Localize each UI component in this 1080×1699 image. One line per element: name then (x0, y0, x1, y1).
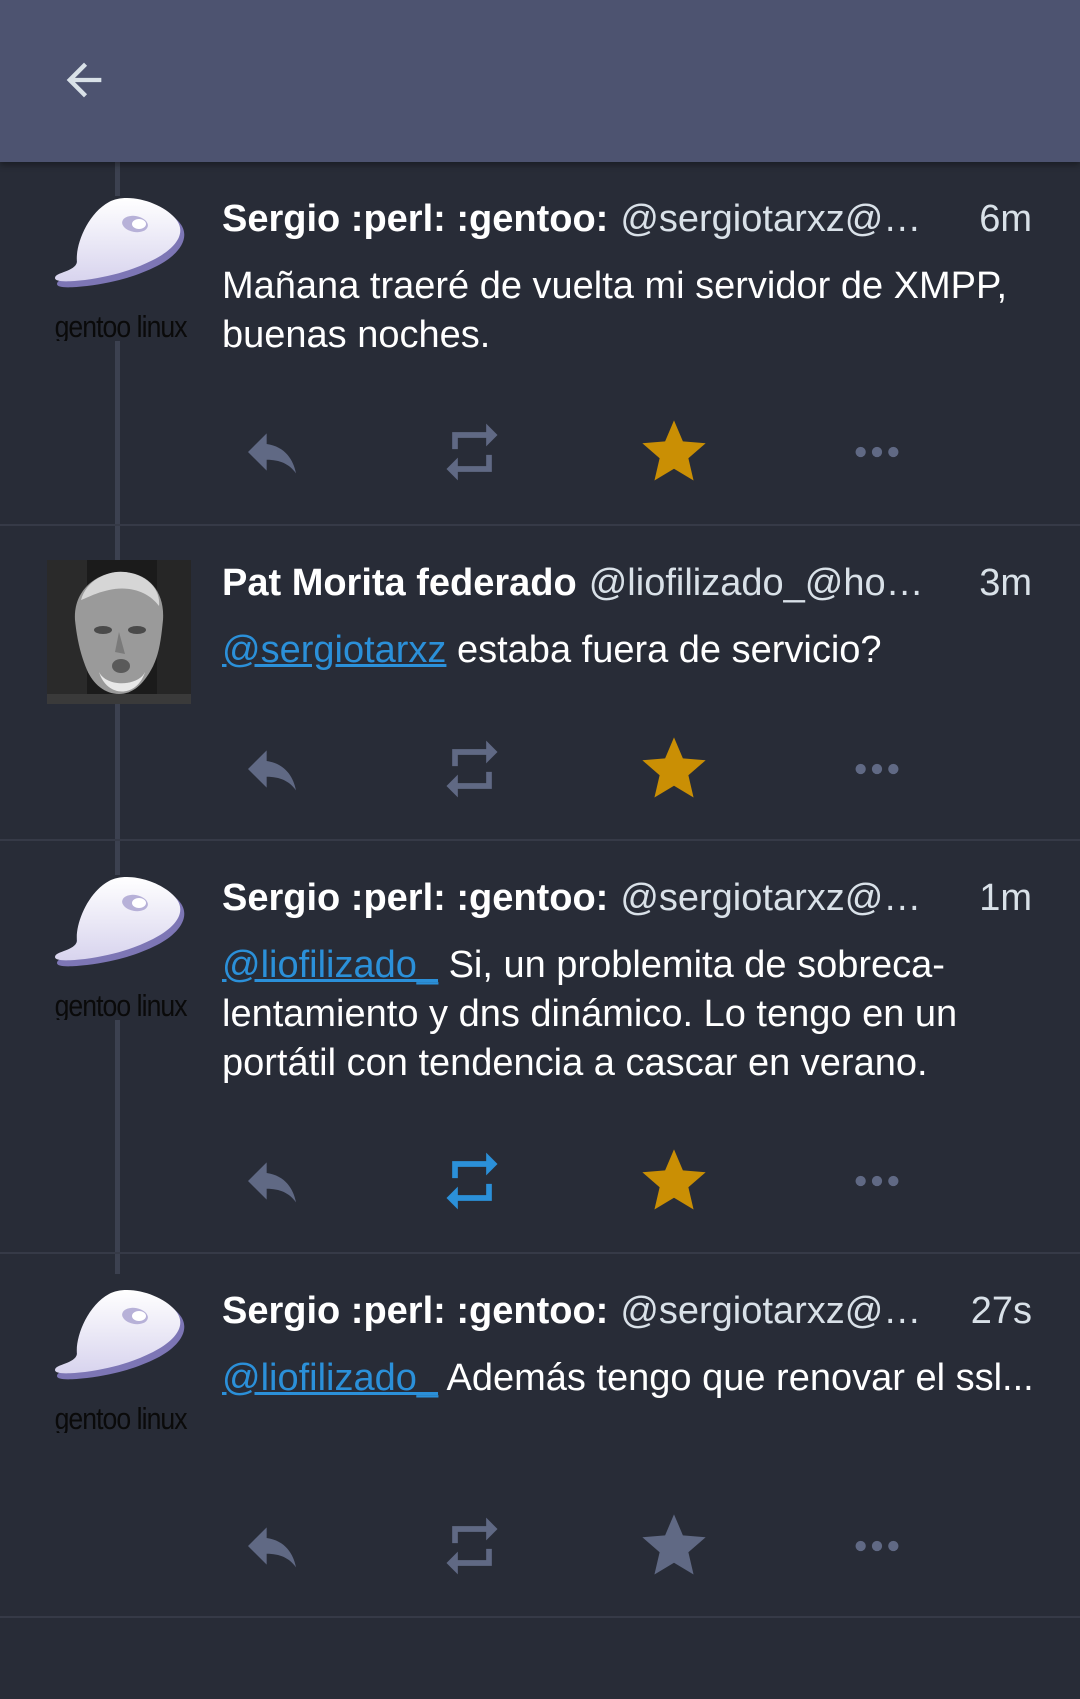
more-horizontal-icon (855, 1175, 899, 1187)
status-content: @liofilizado_ Además tengo que renovar e… (222, 1354, 1042, 1403)
avatar[interactable] (47, 196, 192, 341)
display-name[interactable]: Sergio :perl: :gentoo: (222, 1288, 608, 1334)
mention-link[interactable]: @sergiotarxz (222, 629, 446, 671)
boost-icon (446, 740, 498, 798)
boost-icon (446, 1152, 498, 1210)
gentoo-logo-icon (47, 1288, 192, 1433)
reply-button[interactable] (232, 1141, 312, 1221)
boost-button[interactable] (432, 1506, 512, 1586)
display-name[interactable]: Sergio :perl: :gentoo: (222, 875, 608, 921)
favourite-button[interactable] (634, 1506, 714, 1586)
favourite-button[interactable] (634, 729, 714, 809)
status-text: Además tengo que renovar el ssl... (438, 1357, 1034, 1399)
boost-button[interactable] (432, 729, 512, 809)
account-handle[interactable]: @sergiotarxz@… (620, 196, 965, 242)
account-handle[interactable]: @sergiotarxz@… (620, 875, 965, 921)
more-horizontal-icon (855, 1540, 899, 1552)
avatar[interactable] (47, 875, 192, 1020)
status-actions (222, 1506, 922, 1586)
avatar[interactable] (47, 1288, 192, 1433)
relative-time[interactable]: 3m (979, 560, 1032, 606)
reply-icon (248, 1162, 296, 1203)
more-button[interactable] (837, 1141, 917, 1221)
status-header: Sergio :perl: :gentoo: @sergiotarxz@… 1m (222, 875, 1032, 921)
person-photo-icon (47, 560, 191, 704)
relative-time[interactable]: 6m (979, 196, 1032, 242)
arrow-left-icon (66, 62, 102, 98)
star-icon (642, 1514, 706, 1575)
reply-button[interactable] (232, 729, 312, 809)
display-name[interactable]: Pat Morita federado (222, 560, 577, 606)
status-text: Mañana traeré de vuelta mi servidor de X… (222, 265, 1008, 356)
back-button[interactable] (52, 52, 116, 108)
reply-icon (248, 433, 296, 474)
status-actions (222, 1141, 922, 1221)
star-icon (642, 737, 706, 798)
boost-button[interactable] (432, 412, 512, 492)
boost-button[interactable] (432, 1141, 512, 1221)
reply-icon (248, 1527, 296, 1568)
status-item[interactable]: Sergio :perl: :gentoo: @sergiotarxz@… 27… (0, 1254, 1080, 1618)
status-text: estaba fuera de servicio? (446, 629, 882, 671)
status-content: Mañana traeré de vuelta mi servidor de X… (222, 262, 1042, 360)
status-item[interactable]: Sergio :perl: :gentoo: @sergiotarxz@… 1m… (0, 841, 1080, 1254)
status-header: Sergio :perl: :gentoo: @sergiotarxz@… 6m (222, 196, 1032, 242)
relative-time[interactable]: 1m (979, 875, 1032, 921)
gentoo-logo-icon (47, 196, 192, 341)
reply-button[interactable] (232, 412, 312, 492)
mention-link[interactable]: @liofilizado_ (222, 1357, 438, 1399)
status-content: @sergiotarxz estaba fuera de servicio? (222, 626, 1042, 675)
relative-time[interactable]: 27s (971, 1288, 1032, 1334)
favourite-button[interactable] (634, 1141, 714, 1221)
status-actions (222, 412, 922, 492)
status-item[interactable]: Sergio :perl: :gentoo: @sergiotarxz@… 6m… (0, 162, 1080, 526)
avatar[interactable] (47, 560, 191, 704)
more-button[interactable] (837, 412, 917, 492)
more-horizontal-icon (855, 446, 899, 458)
status-actions (222, 729, 922, 809)
more-button[interactable] (837, 729, 917, 809)
star-icon (642, 420, 706, 481)
more-button[interactable] (837, 1506, 917, 1586)
status-header: Sergio :perl: :gentoo: @sergiotarxz@… 27… (222, 1288, 1032, 1334)
app-bar (0, 0, 1080, 162)
more-horizontal-icon (855, 763, 899, 775)
boost-icon (446, 1517, 498, 1575)
boost-icon (446, 423, 498, 481)
reply-icon (248, 750, 296, 791)
status-content: @liofilizado_ Si, un problemita de sobre… (222, 941, 1042, 1088)
reply-button[interactable] (232, 1506, 312, 1586)
status-header: Pat Morita federado @liofilizado_@ho… 3m (222, 560, 1032, 606)
account-handle[interactable]: @liofilizado_@ho… (589, 560, 965, 606)
gentoo-logo-icon (47, 875, 192, 1020)
mention-link[interactable]: @liofilizado_ (222, 944, 438, 986)
thread-timeline: Sergio :perl: :gentoo: @sergiotarxz@… 6m… (0, 162, 1080, 1618)
display-name[interactable]: Sergio :perl: :gentoo: (222, 196, 608, 242)
status-item[interactable]: Pat Morita federado @liofilizado_@ho… 3m… (0, 526, 1080, 841)
star-icon (642, 1149, 706, 1210)
account-handle[interactable]: @sergiotarxz@… (620, 1288, 956, 1334)
favourite-button[interactable] (634, 412, 714, 492)
